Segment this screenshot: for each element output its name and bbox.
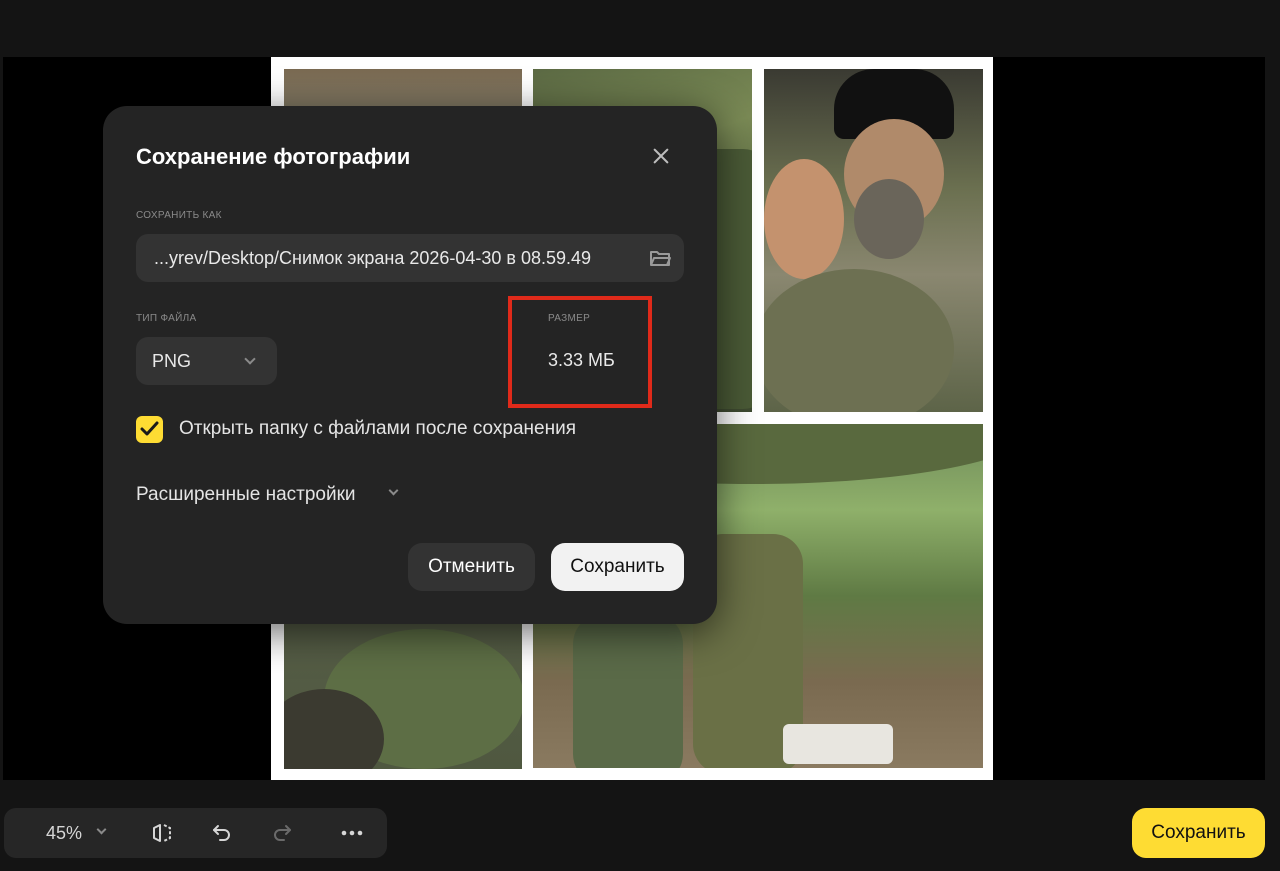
chevron-down-icon: [244, 353, 256, 365]
save-button[interactable]: Сохранить: [551, 543, 684, 591]
advanced-settings-toggle[interactable]: Расширенные настройки: [136, 484, 399, 506]
file-type-value: PNG: [152, 351, 192, 371]
flip-icon[interactable]: [150, 821, 174, 845]
chevron-down-icon: [388, 485, 399, 496]
zoom-select[interactable]: 45%: [46, 823, 107, 844]
advanced-settings-label: Расширенные настройки: [136, 484, 356, 505]
save-as-label: СОХРАНИТЬ КАК: [136, 210, 222, 221]
checkmark-icon: [140, 421, 159, 436]
file-type-label: ТИП ФАЙЛА: [136, 313, 197, 324]
editor-toolbar: 45%: [4, 808, 387, 858]
open-folder-label: Открыть папку с файлами после сохранения: [179, 418, 576, 439]
size-label: РАЗМЕР: [548, 313, 591, 324]
main-save-button[interactable]: Сохранить: [1132, 808, 1265, 858]
more-icon[interactable]: [340, 821, 364, 845]
undo-icon[interactable]: [210, 821, 234, 845]
open-folder-checkbox[interactable]: [136, 416, 163, 443]
chevron-down-icon: [96, 824, 107, 835]
save-path-field[interactable]: ...yrev/Desktop/Снимок экрана 2026-04-30…: [136, 234, 684, 282]
collage-photo-3: [764, 69, 983, 412]
zoom-value: 45%: [46, 823, 83, 843]
cancel-button[interactable]: Отменить: [408, 543, 535, 591]
dialog-title: Сохранение фотографии: [136, 144, 411, 169]
close-icon[interactable]: [649, 144, 673, 168]
size-value: 3.33 МБ: [548, 350, 615, 370]
folder-icon[interactable]: [649, 249, 671, 267]
redo-icon[interactable]: [270, 821, 294, 845]
photo-editor: Сохранение фотографии СОХРАНИТЬ КАК ...y…: [0, 0, 1280, 871]
save-photo-dialog: Сохранение фотографии СОХРАНИТЬ КАК ...y…: [103, 106, 717, 624]
file-type-select[interactable]: PNG: [136, 337, 277, 385]
top-bar: [0, 0, 1280, 57]
